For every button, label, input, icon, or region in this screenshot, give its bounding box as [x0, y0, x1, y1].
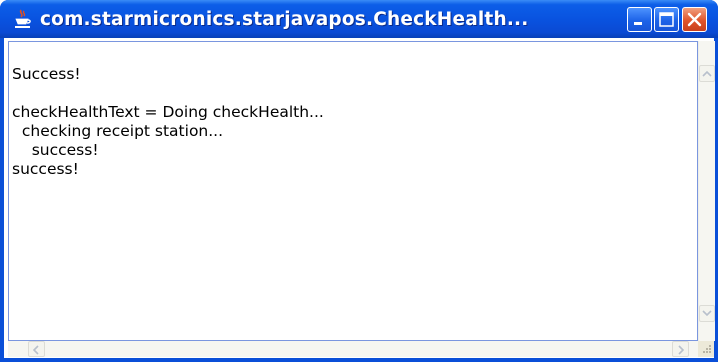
minimize-button[interactable] — [627, 7, 652, 32]
title-bar[interactable]: com.starmicronics.starjavapos.CheckHealt… — [0, 0, 718, 38]
console-line: success! — [12, 160, 79, 178]
window-client-area: Success! checkHealthText = Doing checkHea… — [4, 38, 715, 358]
scroll-right-button[interactable] — [672, 341, 689, 357]
console-line: success! — [12, 141, 99, 159]
chevron-up-icon — [702, 70, 712, 77]
console-line: Success! — [12, 65, 81, 83]
minimize-icon — [634, 22, 642, 25]
console-line: checkHealthText = Doing checkHealth... — [12, 103, 324, 121]
close-button[interactable] — [682, 7, 707, 32]
java-coffee-cup-icon — [15, 9, 31, 28]
resize-grip[interactable] — [698, 341, 714, 357]
close-icon — [687, 12, 702, 27]
console-text: Success! checkHealthText = Doing checkHea… — [12, 65, 324, 179]
maximize-button[interactable] — [654, 7, 679, 32]
console-line: checking receipt station... — [12, 122, 224, 140]
console-output[interactable]: Success! checkHealthText = Doing checkHea… — [8, 41, 698, 341]
horizontal-scrollbar[interactable] — [8, 341, 698, 357]
scroll-up-button[interactable] — [699, 65, 715, 82]
scroll-down-button[interactable] — [699, 305, 715, 322]
maximize-icon — [659, 12, 674, 27]
chevron-left-icon — [32, 345, 39, 355]
chevron-right-icon — [678, 345, 685, 355]
resize-grip-icon — [703, 345, 711, 353]
chevron-down-icon — [702, 310, 712, 317]
window-title: com.starmicronics.starjavapos.CheckHealt… — [40, 9, 529, 30]
vertical-scrollbar[interactable] — [698, 41, 715, 341]
app-window: com.starmicronics.starjavapos.CheckHealt… — [0, 0, 718, 362]
scroll-left-button[interactable] — [28, 341, 45, 357]
